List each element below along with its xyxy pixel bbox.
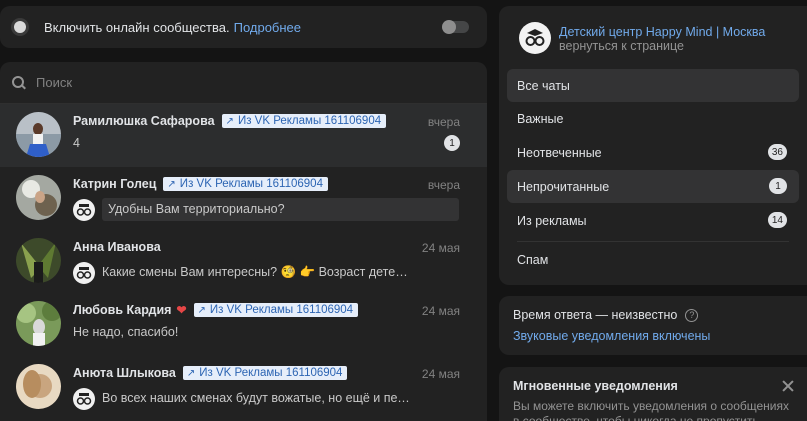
chat-preview: Не надо, спасибо! [73, 325, 179, 339]
ad-source-tag[interactable]: ↗ Из VK Рекламы 161106904 [221, 114, 387, 128]
chat-preview: Удобны Вам территориально? [102, 198, 459, 221]
chat-date: 24 мая [421, 367, 460, 381]
chat-preview: Во всех наших сменах будут вожатые, но е… [102, 391, 412, 405]
group-logo [519, 22, 551, 54]
back-to-page-link[interactable]: вернуться к странице [559, 39, 684, 53]
chat-name: Анюта Шлыкова ↗ Из VK Рекламы 161106904 [73, 366, 348, 380]
group-name-link[interactable]: Детский центр Happy Mind | Москва [559, 25, 765, 39]
folder-label: Непрочитанные [517, 179, 610, 194]
divider [517, 241, 789, 242]
chat-preview: Какие смены Вам интересны? 🧐 👉 Возраст д… [102, 265, 412, 279]
chat-row[interactable]: Катрин Голец ↗ Из VK Рекламы 161106904 вч… [0, 167, 487, 230]
close-icon[interactable] [781, 379, 795, 393]
ad-source-text: Из VK Рекламы 161106904 [237, 115, 382, 127]
folders-card: Детский центр Happy Mind | Москва вернут… [499, 6, 807, 285]
messenger-page: Включить онлайн сообщества. Подробнее По… [0, 0, 807, 421]
response-time-text: Время ответа — неизвестно [513, 308, 678, 322]
folder-count-badge: 36 [767, 144, 787, 160]
avatar [16, 112, 61, 157]
group-header[interactable]: Детский центр Happy Mind | Москва вернут… [499, 6, 807, 68]
folder-spam[interactable]: Спам [507, 243, 799, 276]
community-online-bar: Включить онлайн сообщества. Подробнее [0, 6, 487, 48]
avatar [16, 175, 61, 220]
chat-preview: 4 [73, 136, 80, 150]
ad-source-tag[interactable]: ↗ Из VK Рекламы 161106904 [193, 303, 359, 317]
chat-name: Катрин Голец ↗ Из VK Рекламы 161106904 [73, 177, 328, 191]
chat-name-text: Катрин Голец [73, 177, 157, 191]
folder-label: Все чаты [517, 78, 570, 93]
ad-source-text: Из VK Рекламы 161106904 [209, 304, 354, 316]
chat-name-text: Анна Иванова [73, 240, 161, 254]
folder-label: Неотвеченные [517, 145, 602, 160]
chat-name: Анна Иванова [73, 240, 161, 254]
community-mini-avatar [73, 262, 95, 284]
chat-date: 24 мая [421, 241, 460, 255]
avatar [16, 301, 61, 346]
folder-label: Спам [517, 252, 549, 267]
response-card: Время ответа — неизвестно ? Звуковые уве… [499, 296, 807, 355]
community-mini-avatar [73, 199, 95, 221]
more-info-link[interactable]: Подробнее [234, 20, 301, 35]
arrow-up-right-icon: ↗ [186, 367, 196, 379]
chat-name: Любовь Кардия ❤ ↗ Из VK Рекламы 161106904 [73, 303, 359, 317]
chat-row[interactable]: Рамилюшка Сафарова ↗ Из VK Рекламы 161106… [0, 104, 487, 167]
status-dot-icon [14, 21, 26, 33]
avatar [16, 238, 61, 283]
response-time: Время ответа — неизвестно ? [513, 308, 699, 322]
arrow-up-right-icon: ↗ [197, 304, 206, 316]
avatar [16, 364, 61, 409]
instant-title: Мгновенные уведомления [513, 379, 678, 393]
community-online-label: Включить онлайн сообщества. [44, 19, 230, 35]
instant-notifications-card: Мгновенные уведомления Вы можете включит… [499, 367, 807, 421]
ad-source-tag[interactable]: ↗ Из VK Рекламы 161106904 [182, 366, 348, 380]
folder-all-chats[interactable]: Все чаты [507, 69, 799, 102]
chat-name-text: Анюта Шлыкова [73, 366, 176, 380]
ad-source-tag[interactable]: ↗ Из VK Рекламы 161106904 [163, 177, 328, 191]
chat-name-text: Рамилюшка Сафарова [73, 114, 215, 128]
folder-from-ads[interactable]: Из рекламы 14 [507, 204, 799, 237]
arrow-up-right-icon: ↗ [225, 115, 234, 127]
ad-source-text: Из VK Рекламы 161106904 [179, 178, 323, 190]
chat-row[interactable]: Любовь Кардия ❤ ↗ Из VK Рекламы 161106904… [0, 293, 487, 356]
folder-count-badge: 14 [767, 212, 787, 228]
folder-unread[interactable]: Непрочитанные 1 [507, 170, 799, 203]
chat-date: вчера [427, 115, 460, 129]
question-icon[interactable]: ? [685, 308, 699, 322]
folder-count-badge: 1 [769, 178, 787, 194]
chat-row[interactable]: Анна Иванова 24 мая Какие смены Вам инте… [0, 230, 487, 293]
chat-list-panel: Поиск Рамилюшка Сафарова ↗ Из VK Рекламы … [0, 62, 487, 421]
folder-important[interactable]: Важные [507, 102, 799, 135]
heart-icon: ❤ [176, 303, 187, 317]
ad-source-text: Из VK Рекламы 161106904 [199, 367, 343, 379]
community-mini-avatar [73, 388, 95, 410]
chat-name: Рамилюшка Сафарова ↗ Из VK Рекламы 161106… [73, 114, 387, 128]
search-bar[interactable]: Поиск [0, 62, 487, 104]
chat-row[interactable]: Анюта Шлыкова ↗ Из VK Рекламы 161106904 2… [0, 356, 487, 419]
search-icon [12, 75, 26, 90]
folder-label: Важные [517, 111, 564, 126]
arrow-up-right-icon: ↗ [167, 178, 176, 190]
folder-unanswered[interactable]: Неотвеченные 36 [507, 136, 799, 169]
online-toggle[interactable] [442, 20, 469, 34]
sound-notifications-link[interactable]: Звуковые уведомления включены [513, 329, 710, 343]
unread-badge: 1 [444, 135, 460, 151]
instant-text: Вы можете включить уведомления о сообщен… [513, 399, 789, 421]
chat-date: 24 мая [421, 304, 460, 318]
chat-date: вчера [427, 178, 460, 192]
folder-label: Из рекламы [517, 213, 587, 228]
search-input[interactable]: Поиск [36, 75, 72, 90]
chat-name-text: Любовь Кардия [73, 303, 172, 317]
